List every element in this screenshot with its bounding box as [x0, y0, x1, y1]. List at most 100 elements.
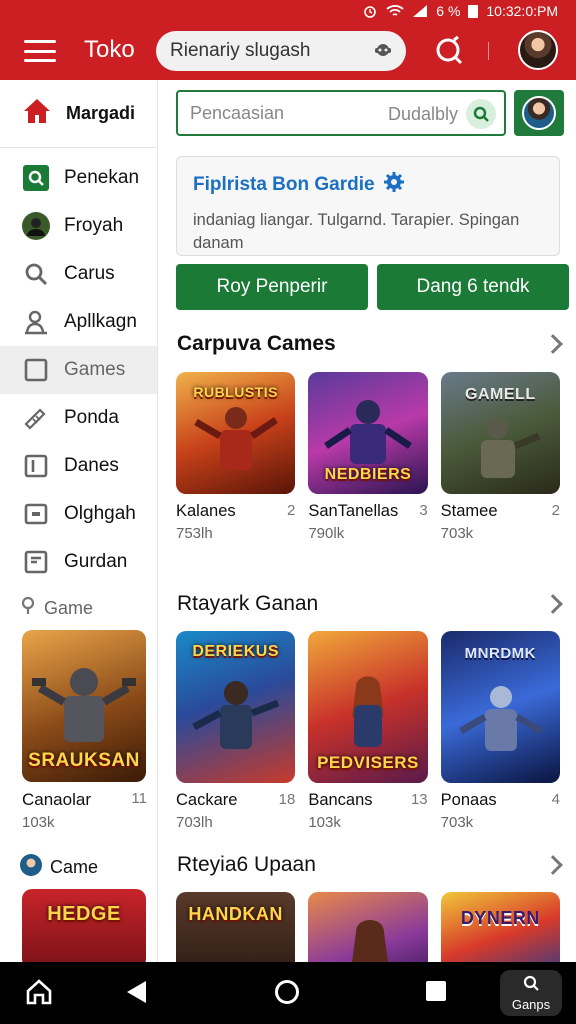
user-avatar[interactable]: [518, 30, 558, 70]
battery-percent: 6 %: [436, 3, 461, 19]
game-count: 4: [551, 791, 560, 808]
sidebar-item-olghgah[interactable]: Olghgah: [0, 490, 157, 538]
game-thumbnail[interactable]: RUBLUSTIS: [176, 372, 296, 494]
sidebar-item-ponda[interactable]: Ponda: [0, 394, 157, 442]
sidebar-item-apllkagn[interactable]: Apllkagn: [0, 298, 157, 346]
sidebar-item-danes[interactable]: Danes: [0, 442, 157, 490]
home-icon[interactable]: [24, 977, 54, 1007]
game-caption: HEDGE: [47, 903, 121, 925]
game-caption: HANDKAN: [188, 904, 283, 924]
back-icon[interactable]: [124, 979, 148, 1005]
main-search-input[interactable]: Pencaasian Dudalbly: [176, 90, 506, 136]
top-search-text: Rienariy slugash: [170, 40, 311, 61]
game-thumbnail[interactable]: GAMELL: [440, 372, 560, 494]
games-nav-label: Ganps: [511, 997, 551, 1012]
sidebar-item-froyah[interactable]: Froyah: [0, 202, 157, 250]
sidebar-section-label: Game: [44, 597, 94, 618]
settings-gear-icon[interactable]: [383, 171, 405, 199]
game-thumbnail[interactable]: [308, 892, 428, 962]
game-tile[interactable]: GAMELL Stamee 2 703k: [440, 372, 560, 542]
game-thumbnail[interactable]: SRAUKSAN: [22, 630, 146, 782]
info-card-title: Fiplrista Bon Gardie: [193, 174, 375, 195]
game-sub: 753lh: [176, 525, 213, 542]
sidebar-item-label: Ponda: [64, 407, 119, 428]
game-thumbnail[interactable]: PEDVISERS: [308, 631, 428, 783]
game-caption: DYNERN: [460, 908, 540, 928]
game-thumbnail[interactable]: DYNERN: [440, 892, 560, 962]
sidebar-item-label: Games: [64, 359, 126, 380]
section-title: Rteyia6 Upaan: [177, 853, 316, 876]
profile-avatar: [522, 96, 556, 130]
game-thumbnail[interactable]: HEDGE: [22, 889, 146, 962]
search-icon[interactable]: [466, 99, 496, 129]
game-thumbnail[interactable]: DERIEKUS: [176, 631, 296, 783]
game-count: 11: [131, 790, 147, 807]
main-search-placeholder: Pencaasian: [190, 102, 285, 123]
chevron-right-icon[interactable]: [543, 855, 563, 875]
games-search-icon: [522, 974, 540, 995]
sidebar-home-label: Margadi: [66, 103, 136, 123]
game-tile[interactable]: DERIEKUS Cackare 18 703lh: [176, 631, 296, 831]
game-sub: 703k: [440, 814, 474, 831]
box-icon: [22, 452, 50, 480]
game-tile[interactable]: HANDKAN: [176, 892, 296, 962]
top-search-input[interactable]: Rienariy slugash: [156, 31, 406, 71]
game-name: Cackare: [176, 791, 238, 809]
small-avatar-icon: [20, 853, 42, 881]
game-tile[interactable]: MNRDMK Ponaas 4 703k: [440, 631, 560, 831]
main-content: Pencaasian Dudalbly Fiplrista Bon Gardie…: [159, 80, 576, 962]
game-name: SanTanellas: [308, 502, 399, 520]
sidebar-item-gurdan[interactable]: Gurdan: [0, 538, 157, 586]
game-count: 3: [419, 502, 428, 519]
square-icon: [22, 356, 50, 384]
sidebar-item-penekan[interactable]: Penekan: [0, 154, 157, 202]
sidebar-item-label: Gurdan: [64, 551, 128, 572]
chevron-right-icon[interactable]: [543, 334, 563, 354]
recents-icon[interactable]: [425, 980, 447, 1002]
game-caption: DERIEKUS: [192, 643, 279, 660]
primary-left-button[interactable]: Roy Penperir: [176, 264, 368, 310]
sidebar-item-label: Apllkagn: [64, 311, 137, 332]
notification-search-icon[interactable]: [432, 34, 466, 73]
chevron-right-icon[interactable]: [543, 594, 563, 614]
game-row: DERIEKUS Cackare 18 703lh PEDVISERS Banca…: [176, 631, 560, 831]
avatar-icon: [22, 212, 50, 240]
games-nav-button[interactable]: Ganps: [500, 970, 562, 1016]
game-sub: 790lk: [308, 525, 345, 542]
game-thumbnail[interactable]: MNRDMK: [440, 631, 560, 783]
sidebar-item-games[interactable]: Games: [0, 346, 157, 394]
sidebar-item-carus[interactable]: Carus: [0, 250, 157, 298]
game-sub: 703k: [440, 525, 474, 542]
game-count: 13: [410, 791, 428, 808]
sidebar-game-card-2[interactable]: HEDGE: [0, 889, 157, 962]
game-thumbnail[interactable]: NEDBIERS: [308, 372, 428, 494]
sidebar-item-label: Olghgah: [64, 503, 136, 524]
menu-icon[interactable]: [24, 40, 56, 62]
game-sub: 103k: [308, 814, 341, 831]
game-tile[interactable]: NEDBIERS SanTanellas 3 790lk: [308, 372, 428, 542]
primary-right-button[interactable]: Dang 6 tendk: [377, 264, 569, 310]
game-row: HANDKAN DYNERN: [176, 892, 560, 962]
clock: 10:32:0:PM: [486, 3, 558, 19]
sidebar-section-game: Game: [0, 586, 157, 630]
game-name: Canaolar: [22, 790, 91, 809]
location-icon: [20, 596, 36, 621]
sidebar-section-label: Came: [50, 856, 99, 877]
sidebar-item-label: Froyah: [64, 215, 124, 236]
voice-icon[interactable]: [372, 41, 394, 67]
signal-icon: [412, 4, 428, 18]
wifi-icon: [386, 4, 404, 18]
game-sub: 103k: [22, 814, 55, 831]
home-circle-icon[interactable]: [274, 979, 300, 1005]
appbar-divider: [488, 42, 489, 60]
game-tile[interactable]: [308, 892, 428, 962]
sidebar-game-card[interactable]: SRAUKSAN Canaolar 11 103k: [0, 630, 157, 831]
game-tile[interactable]: RUBLUSTIS Kalanes 2 753lh: [176, 372, 296, 542]
game-thumbnail[interactable]: HANDKAN: [176, 892, 296, 962]
sidebar: Margadi Penekan Froyah Carus Apllkagn Ga…: [0, 80, 158, 962]
profile-button[interactable]: [514, 90, 564, 136]
game-tile[interactable]: DYNERN: [440, 892, 560, 962]
sidebar-home[interactable]: Margadi: [0, 80, 157, 148]
game-tile[interactable]: PEDVISERS Bancans 13 103k: [308, 631, 428, 831]
game-caption: SRAUKSAN: [28, 750, 140, 771]
